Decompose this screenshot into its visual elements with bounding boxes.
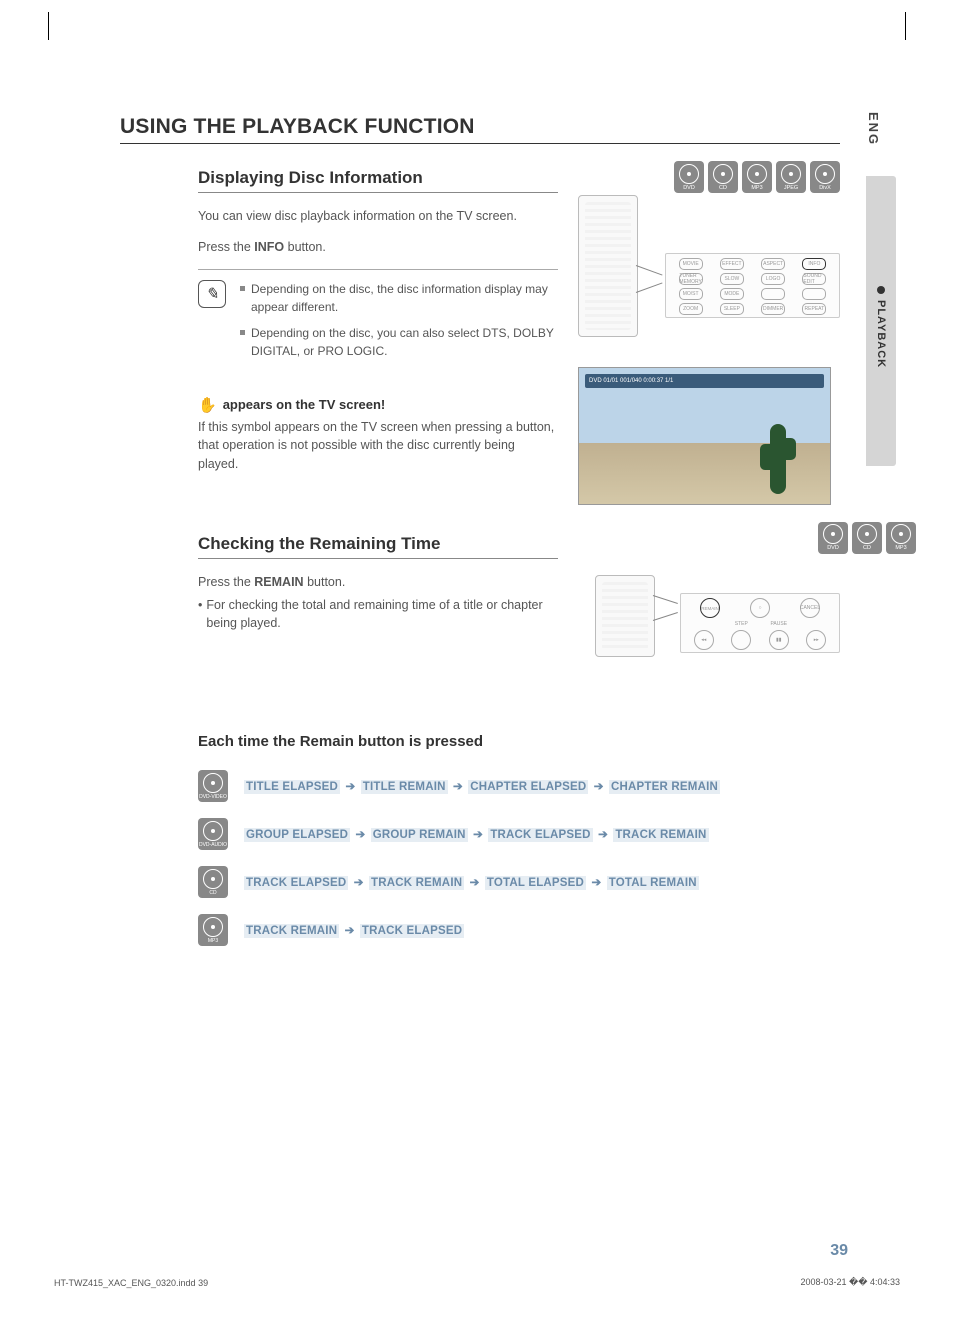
section-title-disc-info: Displaying Disc Information bbox=[198, 168, 558, 193]
press-info-line: Press the INFO button. bbox=[198, 238, 558, 257]
text: button. bbox=[304, 575, 346, 589]
text: Press the bbox=[198, 575, 254, 589]
side-tab-section: PLAYBACK bbox=[866, 176, 896, 466]
bullet-icon: • bbox=[198, 596, 202, 634]
info-button-name: INFO bbox=[254, 240, 284, 254]
note-text: Depending on the disc, the disc informat… bbox=[251, 280, 558, 316]
remote-illustration-2 bbox=[595, 575, 655, 657]
crop-mark bbox=[48, 12, 49, 40]
osd-bar: DVD 01/01 001/040 0:00:37 1/1 bbox=[585, 374, 824, 388]
disc-icons-row-2: DVD CD MP3 bbox=[818, 522, 916, 554]
warning-block: ✋ appears on the TV screen! If this symb… bbox=[198, 396, 558, 474]
warning-title-text: appears on the TV screen! bbox=[223, 397, 386, 412]
sequence-row: DVD-VIDEO TITLE ELAPSED ➔ TITLE REMAIN ➔ … bbox=[198, 770, 838, 802]
sequence-text: TRACK REMAIN ➔ TRACK ELAPSED bbox=[244, 923, 464, 937]
disc-icon-cd: CD bbox=[852, 522, 882, 554]
cactus-icon bbox=[770, 424, 786, 494]
disc-icon-mp3: MP3 bbox=[198, 914, 228, 946]
leader-line bbox=[636, 265, 664, 293]
remote-zoom-info: MOVIEEFFECTASPECTINFO TUNER MEMORYSLOWLO… bbox=[665, 253, 840, 318]
sequence-text: TRACK ELAPSED ➔ TRACK REMAIN ➔ TOTAL ELA… bbox=[244, 875, 699, 889]
remote-zoom-remain: REMAIN○CANCEL STEPPAUSE ◂◂▮▮▸▸ bbox=[680, 593, 840, 653]
bullet-icon bbox=[240, 286, 245, 291]
section-label: PLAYBACK bbox=[875, 300, 887, 368]
note-box: ✎ Depending on the disc, the disc inform… bbox=[198, 269, 558, 368]
note-icon: ✎ bbox=[198, 280, 226, 308]
tv-screenshot: DVD 01/01 001/040 0:00:37 1/1 bbox=[578, 367, 831, 505]
disc-icons-row-1: DVD CD MP3 JPEG DivX bbox=[674, 161, 840, 193]
page-title: USING THE PLAYBACK FUNCTION bbox=[120, 115, 840, 144]
leader-line bbox=[653, 595, 679, 621]
note-item: Depending on the disc, you can also sele… bbox=[240, 324, 558, 360]
hand-icon: ✋ bbox=[198, 396, 217, 414]
warning-title: ✋ appears on the TV screen! bbox=[198, 396, 558, 414]
note-text: Depending on the disc, you can also sele… bbox=[251, 324, 558, 360]
disc-icon-mp3: MP3 bbox=[886, 522, 916, 554]
bullet-line: • For checking the total and remaining t… bbox=[198, 596, 558, 634]
section-title-remaining: Checking the Remaining Time bbox=[198, 534, 558, 559]
intro-text: You can view disc playback information o… bbox=[198, 207, 558, 226]
section-title-each-time: Each time the Remain button is pressed bbox=[198, 733, 838, 750]
disc-icon-mp3: MP3 bbox=[742, 161, 772, 193]
sequence-row: CD TRACK ELAPSED ➔ TRACK REMAIN ➔ TOTAL E… bbox=[198, 866, 838, 898]
disc-icon-dvd-audio: DVD-AUDIO bbox=[198, 818, 228, 850]
warning-body: If this symbol appears on the TV screen … bbox=[198, 418, 558, 474]
text: button. bbox=[284, 240, 326, 254]
remain-button-highlight: REMAIN bbox=[700, 598, 720, 618]
remote-illustration-1 bbox=[578, 195, 638, 337]
text: Press the bbox=[198, 240, 254, 254]
sequence-text: GROUP ELAPSED ➔ GROUP REMAIN ➔ TRACK ELA… bbox=[244, 827, 709, 841]
remain-button-name: REMAIN bbox=[254, 575, 303, 589]
sequence-row: DVD-AUDIO GROUP ELAPSED ➔ GROUP REMAIN ➔ … bbox=[198, 818, 838, 850]
disc-icon-jpeg: JPEG bbox=[776, 161, 806, 193]
disc-icon-cd: CD bbox=[708, 161, 738, 193]
info-button-highlight: INFO bbox=[802, 258, 826, 270]
footer-right: 2008-03-21 �� 4:04:33 bbox=[800, 1277, 900, 1288]
disc-icon-cd: CD bbox=[198, 866, 228, 898]
note-item: Depending on the disc, the disc informat… bbox=[240, 280, 558, 316]
bullet-icon bbox=[240, 330, 245, 335]
press-remain-line: Press the REMAIN button. bbox=[198, 573, 558, 592]
crop-mark bbox=[905, 12, 906, 40]
disc-icon-divx: DivX bbox=[810, 161, 840, 193]
sequence-row: MP3 TRACK REMAIN ➔ TRACK ELAPSED bbox=[198, 914, 838, 946]
lang-label: ENG bbox=[866, 112, 881, 146]
page-number: 39 bbox=[830, 1242, 848, 1260]
disc-icon-dvd-video: DVD-VIDEO bbox=[198, 770, 228, 802]
side-tab-lang: ENG bbox=[866, 112, 890, 146]
bullet-icon bbox=[877, 286, 885, 294]
disc-icon-dvd: DVD bbox=[818, 522, 848, 554]
sequence-text: TITLE ELAPSED ➔ TITLE REMAIN ➔ CHAPTER E… bbox=[244, 779, 720, 793]
bullet-text: For checking the total and remaining tim… bbox=[206, 596, 558, 634]
disc-icon-dvd: DVD bbox=[674, 161, 704, 193]
footer-left: HT-TWZ415_XAC_ENG_0320.indd 39 bbox=[54, 1278, 208, 1288]
